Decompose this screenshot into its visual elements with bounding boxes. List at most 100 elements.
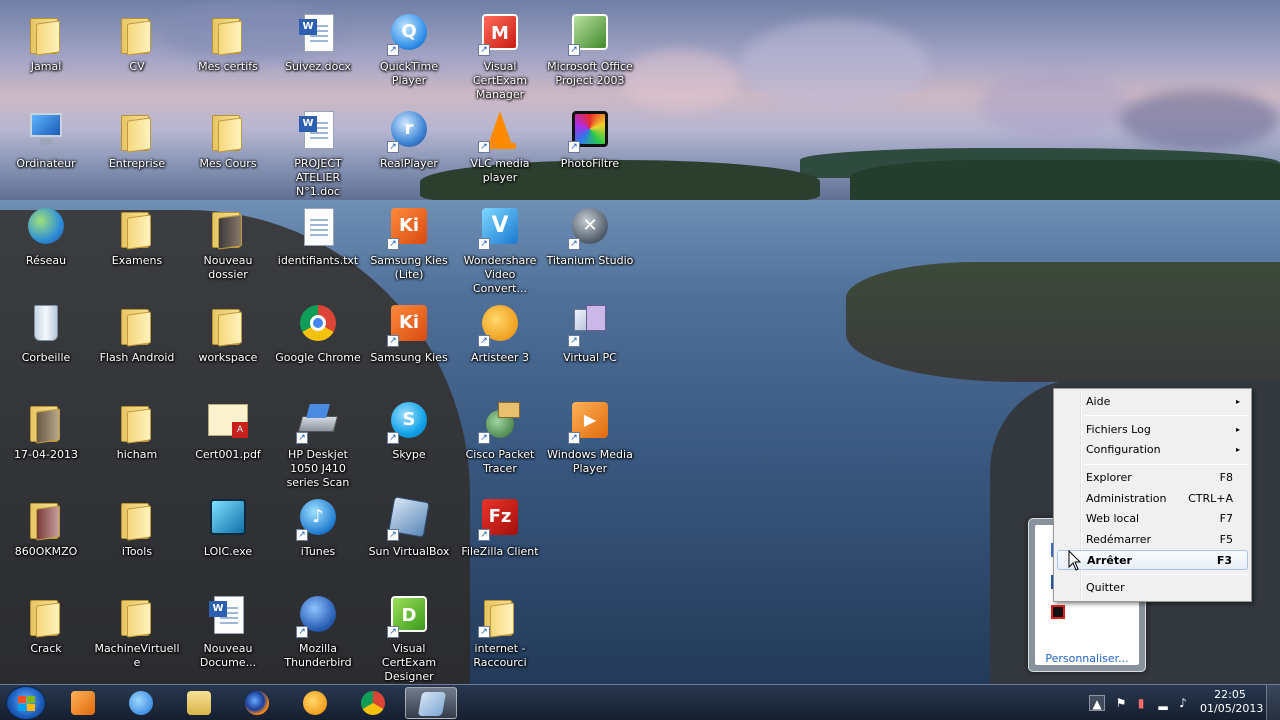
desktop-icon-machinevirtuelle[interactable]: MachineVirtuelle: [93, 588, 181, 678]
show-hidden-icons-button[interactable]: ▲: [1089, 695, 1105, 711]
desktop-icon-realplayer[interactable]: r ↗ RealPlayer: [365, 103, 453, 193]
show-desktop-button[interactable]: [1266, 685, 1280, 720]
taskbar-windows-explorer[interactable]: [173, 687, 225, 719]
recycle-bin-icon: [24, 303, 68, 347]
desktop-icon-quicktime[interactable]: Q ↗ QuickTime Player: [365, 6, 453, 96]
desktop-icon-cv[interactable]: CV: [93, 6, 181, 96]
desktop-icon-itools[interactable]: iTools: [93, 491, 181, 581]
desktop-icon-jamal[interactable]: Jamal: [2, 6, 90, 96]
menu-item-configuration[interactable]: Configuration ▸: [1057, 440, 1248, 460]
desktop-icon-label: LOIC.exe: [203, 545, 253, 558]
action-center-icon[interactable]: ⚑: [1113, 695, 1129, 711]
desktop-icon-samsung-kies[interactable]: Ki ↗ Samsung Kies: [365, 297, 453, 387]
desktop-icon-entreprise[interactable]: Entreprise: [93, 103, 181, 193]
desktop-icon-vlc[interactable]: ↗ VLC media player: [456, 103, 544, 193]
volume-icon[interactable]: ♪: [1175, 695, 1191, 711]
taskbar-artisteer[interactable]: [289, 687, 341, 719]
titanium-studio-icon: ✕ ↗: [568, 206, 612, 250]
desktop-icon-reseau[interactable]: Réseau: [2, 200, 90, 290]
computer-icon: [24, 109, 68, 153]
word-document-icon: W: [296, 12, 340, 56]
desktop-icon-sun-virtualbox[interactable]: ↗ Sun VirtualBox: [365, 491, 453, 581]
customize-link[interactable]: Personnaliser...: [1029, 652, 1145, 665]
desktop-icon-artisteer[interactable]: ↗ Artisteer 3: [456, 297, 544, 387]
desktop-icon-label: Mes certifs: [198, 60, 258, 73]
desktop-icon-hp-deskjet-scan[interactable]: ↗ HP Deskjet 1050 J410 series Scan: [274, 394, 362, 489]
menu-item-explorer[interactable]: Explorer F8: [1057, 468, 1248, 488]
samsung-kies-icon: Ki ↗: [387, 206, 431, 250]
taskbar-internet-explorer[interactable]: [115, 687, 167, 719]
desktop-icon-860okmzo[interactable]: 860OKMZO: [2, 491, 90, 581]
desktop-icon-titanium-studio[interactable]: ✕ ↗ Titanium Studio: [546, 200, 634, 290]
desktop-icon-virtual-pc[interactable]: ↗ Virtual PC: [546, 297, 634, 387]
desktop-icon-visual-certexam-designer[interactable]: D ↗ Visual CertExam Designer: [365, 588, 453, 683]
desktop-icon-cisco-packet-tracer[interactable]: ↗ Cisco Packet Tracer: [456, 394, 544, 484]
menu-item-label: Arrêter: [1087, 554, 1132, 567]
desktop-icon-crack[interactable]: Crack: [2, 588, 90, 678]
desktop-icon-label: internet - Raccourci: [473, 642, 527, 669]
wamp-server-icon[interactable]: [1051, 605, 1065, 619]
desktop-icon-flash-android[interactable]: Flash Android: [93, 297, 181, 387]
taskbar-google-chrome[interactable]: [347, 687, 399, 719]
desktop-icon-samsung-kies-lite[interactable]: Ki ↗ Samsung Kies (Lite): [365, 200, 453, 290]
menu-item-shortcut: F8: [1219, 471, 1233, 484]
certexam-manager-icon: M ↗: [478, 12, 522, 56]
desktop-icon-mes-cours[interactable]: Mes Cours: [184, 103, 272, 193]
desktop-icon-label: Microsoft Office Project 2003: [547, 60, 633, 87]
desktop-icon-internet-raccourci[interactable]: ↗ internet - Raccourci: [456, 588, 544, 678]
samsung-kies-icon: Ki ↗: [387, 303, 431, 347]
desktop-icon-label: Nouveau dossier: [203, 254, 253, 281]
desktop-icon-windows-media-player[interactable]: ▶ ↗ Windows Media Player: [546, 394, 634, 484]
desktop-icon-ms-project-2003[interactable]: ↗ Microsoft Office Project 2003: [546, 6, 634, 96]
desktop-icon-examens[interactable]: Examens: [93, 200, 181, 290]
desktop-icon-mes-certifs[interactable]: Mes certifs: [184, 6, 272, 96]
taskbar-active-window[interactable]: [405, 687, 457, 719]
network-signal-icon[interactable]: ▂: [1155, 695, 1171, 711]
desktop-icon-wondershare[interactable]: V ↗ Wondershare Video Convert...: [456, 200, 544, 295]
desktop-icon-nouveau-document[interactable]: W Nouveau Docume...: [184, 588, 272, 678]
taskbar-firefox[interactable]: [231, 687, 283, 719]
desktop-icon-17-04-2013[interactable]: 17-04-2013: [2, 394, 90, 484]
desktop-icon-label: HP Deskjet 1050 J410 series Scan: [286, 448, 350, 489]
start-button[interactable]: [6, 686, 46, 720]
menu-item-label: Quitter: [1086, 581, 1125, 594]
desktop-icon-label: Samsung Kies (Lite): [370, 254, 448, 281]
menu-item-redemarrer[interactable]: Redémarrer F5: [1057, 530, 1248, 550]
menu-item-fichiers-log[interactable]: Fichiers Log ▸: [1057, 420, 1248, 440]
menu-item-web-local[interactable]: Web local F7: [1057, 509, 1248, 529]
desktop-icon-hicham[interactable]: hicham: [93, 394, 181, 484]
chrome-icon: [361, 691, 385, 715]
folder-icon: [187, 691, 211, 715]
menu-item-arreter[interactable]: Arrêter F3: [1057, 550, 1248, 570]
desktop-icon-mozilla-thunderbird[interactable]: ↗ Mozilla Thunderbird: [274, 588, 362, 678]
desktop-icon-label: FileZilla Client: [461, 545, 539, 558]
desktop-icon-identifiants-txt[interactable]: identifiants.txt: [274, 200, 362, 290]
desktop-icon-visual-certexam-manager[interactable]: M ↗ Visual CertExam Manager: [456, 6, 544, 101]
desktop-icon-label: Examens: [111, 254, 163, 267]
desktop-icon-corbeille[interactable]: Corbeille: [2, 297, 90, 387]
desktop-icon-filezilla[interactable]: Fz ↗ FileZilla Client: [456, 491, 544, 581]
desktop-icon-cert001-pdf[interactable]: A Cert001.pdf: [184, 394, 272, 484]
desktop-icon-nouveau-dossier[interactable]: Nouveau dossier: [184, 200, 272, 290]
desktop-icon-project-atelier[interactable]: W PROJECT ATELIER N°1.doc: [274, 103, 362, 198]
menu-item-quitter[interactable]: Quitter: [1057, 578, 1248, 598]
menu-item-administration[interactable]: Administration CTRL+A: [1057, 489, 1248, 509]
media-player-icon: [71, 691, 95, 715]
desktop-icon-google-chrome[interactable]: Google Chrome: [274, 297, 362, 387]
menu-item-aide[interactable]: Aide ▸: [1057, 392, 1248, 412]
desktop-icon-workspace[interactable]: workspace: [184, 297, 272, 387]
desktop-icon-label: Réseau: [25, 254, 67, 267]
desktop-icon-loic-exe[interactable]: LOIC.exe: [184, 491, 272, 581]
desktop-icon-skype[interactable]: S ↗ Skype: [365, 394, 453, 484]
desktop-icon-itunes[interactable]: ♪ ↗ iTunes: [274, 491, 362, 581]
internet-explorer-icon: [129, 691, 153, 715]
taskbar-windows-media-player[interactable]: [57, 687, 109, 719]
power-warning-icon[interactable]: ▮: [1133, 695, 1149, 711]
desktop-icon-label: workspace: [198, 351, 258, 364]
desktop-icon-photofiltre[interactable]: ↗ PhotoFiltre: [546, 103, 634, 193]
desktop-icon-suivez-docx[interactable]: W Suivez.docx: [274, 6, 362, 96]
desktop-icon-label: hicham: [116, 448, 158, 461]
taskbar-clock[interactable]: 22:05 01/05/2013: [1200, 688, 1263, 716]
desktop-icon-label: Cert001.pdf: [195, 448, 261, 461]
desktop-icon-ordinateur[interactable]: Ordinateur: [2, 103, 90, 193]
